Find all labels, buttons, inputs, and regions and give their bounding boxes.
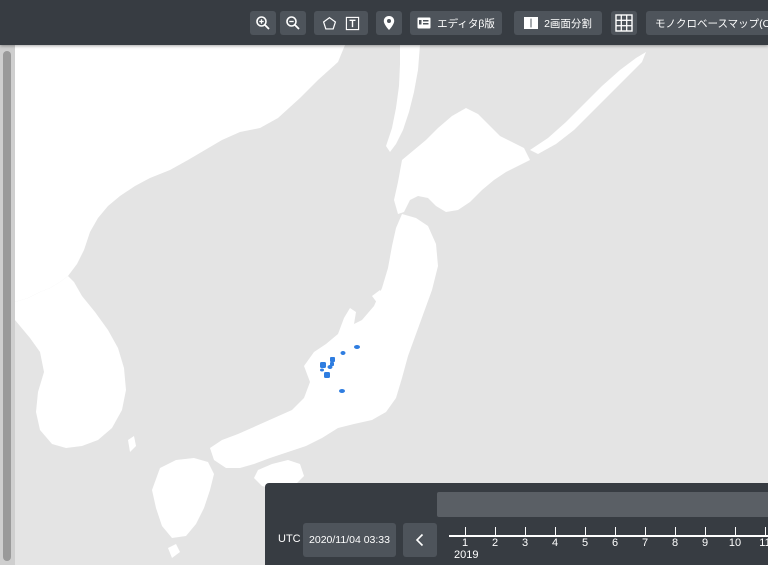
grid-icon [615, 14, 633, 32]
data-marker[interactable] [320, 368, 324, 372]
split-screen-label: 2画面分割 [544, 17, 592, 30]
zoom-in-button[interactable] [250, 11, 276, 35]
top-toolbar: エディタβ版 2画面分割 モノクロベースマップ(OS [0, 0, 768, 45]
timeline-tick [495, 527, 496, 537]
data-marker[interactable] [330, 357, 335, 362]
utc-label: UTC [278, 533, 301, 545]
timeline-tick-label: 1 [461, 537, 469, 549]
map-pin-icon [383, 16, 395, 30]
text-box-icon [345, 16, 360, 30]
zoom-in-icon [256, 16, 270, 30]
split-screen-button[interactable]: 2画面分割 [514, 11, 602, 35]
timeline-tick-label: 6 [611, 537, 619, 549]
timeline-tick [525, 527, 526, 537]
timeline-tick-label: 7 [641, 537, 649, 549]
datetime-display[interactable]: 2020/11/04 03:33 [303, 523, 396, 557]
timeline-tick-label: 4 [551, 537, 559, 549]
zoom-out-icon [286, 16, 300, 30]
timeline-tick-label: 10 [728, 537, 742, 549]
chevron-left-icon [415, 533, 424, 547]
data-marker[interactable] [320, 362, 326, 368]
data-marker[interactable] [324, 372, 330, 378]
left-panel-handle[interactable] [0, 45, 15, 565]
editor-panel-icon [417, 17, 431, 29]
grid-button[interactable] [611, 11, 637, 35]
year-label: 2019 [454, 549, 479, 561]
timeline-tick [705, 527, 706, 537]
timeline-tick-label: 5 [581, 537, 589, 549]
pentagon-icon [322, 16, 337, 30]
timeline-tick [555, 527, 556, 537]
data-marker[interactable] [354, 345, 360, 349]
datetime-text: 2020/11/04 03:33 [309, 534, 390, 546]
editor-beta-button[interactable]: エディタβ版 [410, 11, 502, 35]
timeline-tick-label: 9 [701, 537, 709, 549]
timeline-track[interactable] [437, 492, 768, 517]
previous-button[interactable] [403, 523, 437, 557]
text-tool-button[interactable] [345, 16, 360, 31]
timeline-tick-label: 3 [521, 537, 529, 549]
basemap-label: モノクロベースマップ(OS [655, 17, 768, 30]
basemap-select[interactable]: モノクロベースマップ(OS [646, 11, 768, 35]
timeline-tick-label: 11 [759, 537, 768, 549]
timeline-tick [735, 527, 736, 537]
data-marker[interactable] [340, 351, 346, 355]
data-marker[interactable] [327, 365, 333, 369]
data-marker[interactable] [339, 389, 345, 393]
split-screen-icon [524, 17, 539, 29]
polygon-button[interactable] [322, 16, 337, 31]
timeline-tick [765, 527, 766, 537]
draw-tools-group [314, 11, 368, 35]
editor-beta-label: エディタβ版 [437, 17, 495, 30]
timeline-tick [645, 527, 646, 537]
timeline-tick [675, 527, 676, 537]
timeline-panel: UTC 2020/11/04 03:33 1 2 3 4 5 6 7 8 9 10 11 2019 [265, 483, 768, 565]
timeline-tick [465, 527, 466, 537]
timeline-tick [615, 527, 616, 537]
marker-button[interactable] [376, 11, 402, 35]
left-scroll-thumb[interactable] [3, 51, 11, 561]
timeline-tick-label: 2 [491, 537, 499, 549]
timeline-tick-label: 8 [671, 537, 679, 549]
timeline-tick [585, 527, 586, 537]
zoom-out-button[interactable] [280, 11, 306, 35]
